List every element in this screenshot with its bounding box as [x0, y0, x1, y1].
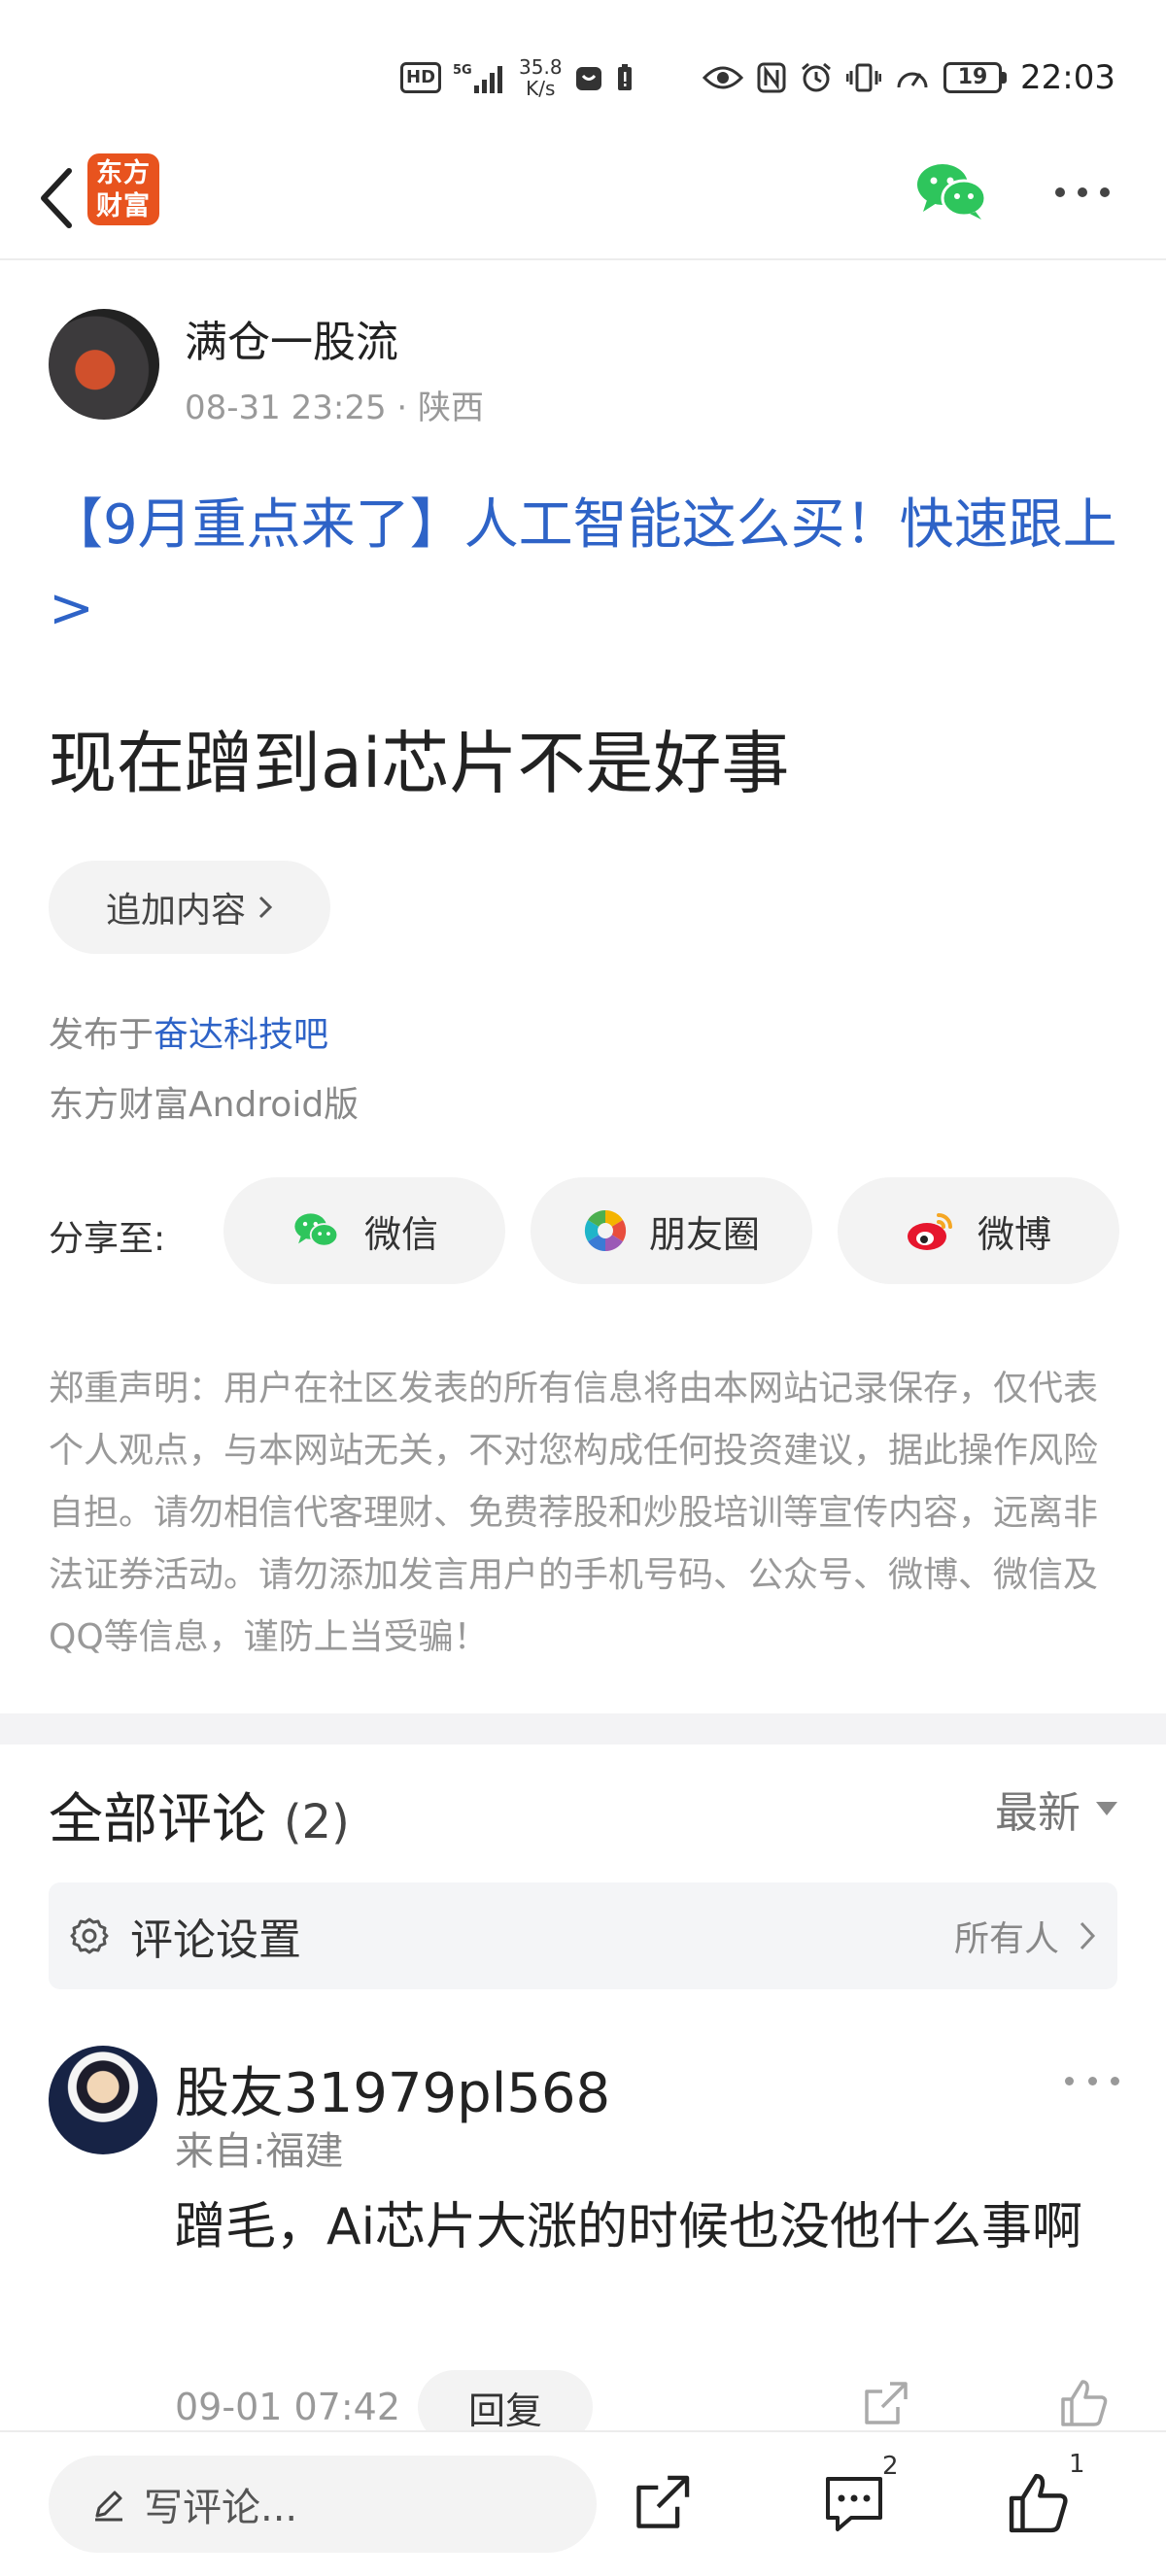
- thumbs-up-icon: [1061, 2380, 1108, 2426]
- like-count-badge: 1: [1069, 2450, 1085, 2479]
- alarm-icon: [802, 62, 831, 92]
- comment-text: 蹭毛，Ai芯片大涨的时候也没他什么事啊: [175, 2198, 1083, 2256]
- share-moments-button[interactable]: 朋友圈: [531, 1177, 812, 1284]
- share-icon: [865, 2382, 908, 2424]
- status-bar: HD 5G 35.8 K/s 19 22:03: [0, 0, 1166, 146]
- commenter-name[interactable]: 股友31979pl568: [175, 2050, 610, 2128]
- comment-like-button[interactable]: [1059, 2378, 1110, 2432]
- commenter-avatar[interactable]: [49, 2046, 157, 2154]
- post-meta: 08-31 23:25 · 陕西: [185, 389, 485, 427]
- share-weibo-button[interactable]: 微博: [838, 1177, 1119, 1284]
- comment-share-button[interactable]: [861, 2380, 909, 2432]
- share-moments-label: 朋友圈: [648, 1212, 760, 1256]
- sort-label: 最新: [995, 1788, 1080, 1838]
- back-button[interactable]: [21, 159, 89, 237]
- forum-link[interactable]: 奋达科技吧: [154, 1015, 328, 1055]
- wechat-icon: [917, 164, 987, 220]
- append-content-label: 追加内容: [105, 891, 246, 931]
- status-right-icons: 19 22:03: [703, 51, 1115, 105]
- weibo-icon: [907, 1213, 952, 1250]
- comment-more-button[interactable]: [1065, 2069, 1119, 2092]
- disclaimer-text: 郑重声明：用户在社区发表的所有信息将由本网站记录保存，仅代表个人观点，与本网站无…: [49, 1369, 1099, 1657]
- like-button[interactable]: 1: [995, 2450, 1085, 2547]
- comments-button[interactable]: 2: [810, 2452, 899, 2547]
- bottom-action-bar: 写评论... 2 1: [0, 2430, 1166, 2576]
- share-weibo-label: 微博: [977, 1212, 1051, 1256]
- comment-icon: [826, 2477, 882, 2531]
- gear-icon: [70, 1917, 109, 1954]
- post-body: 现在蹭到ai芯片不是好事: [49, 724, 790, 803]
- hd-icon: HD: [400, 62, 442, 93]
- author-avatar[interactable]: [49, 309, 159, 420]
- speed-gauge-icon: [897, 72, 928, 88]
- app-header: 东方 财富: [0, 146, 1166, 260]
- nfc-icon: [757, 62, 786, 93]
- dot-icon: [1111, 2076, 1119, 2085]
- more-options-button[interactable]: [1047, 173, 1117, 212]
- status-left-icons: HD 5G 35.8 K/s: [400, 51, 634, 105]
- share-wechat-button[interactable]: 微信: [223, 1177, 505, 1284]
- dot-icon: [1100, 187, 1110, 197]
- comments-count: (2): [283, 1795, 350, 1849]
- comment-settings-value-text: 所有人: [953, 1919, 1059, 1959]
- comment-count-badge: 2: [882, 2452, 899, 2481]
- write-comment-input[interactable]: 写评论...: [49, 2456, 597, 2553]
- comments-title-label: 全部评论: [49, 1788, 266, 1851]
- write-comment-placeholder: 写评论...: [144, 2486, 298, 2530]
- thumbs-up-icon: [1009, 2473, 1068, 2533]
- chevron-right-icon: [258, 896, 273, 919]
- pencil-icon: [95, 2491, 122, 2522]
- chevron-left-icon: [41, 168, 72, 228]
- share-wechat-label: 微信: [363, 1212, 438, 1256]
- dot-icon: [1065, 2076, 1074, 2085]
- eye-comfort-icon: [703, 66, 744, 89]
- wechat-icon: [294, 1213, 339, 1247]
- app-notification-icon: [575, 67, 601, 90]
- vibrate-icon: [846, 63, 882, 92]
- clock: 22:03: [1020, 58, 1115, 97]
- svg-text:5G: 5G: [453, 63, 472, 78]
- comment-settings-value: 所有人: [954, 1911, 1096, 1961]
- comment-settings-label: 评论设置: [130, 1915, 301, 1965]
- share-icon: [636, 2475, 690, 2528]
- chevron-right-icon: [1080, 1921, 1096, 1950]
- network-speed: 35.8 K/s: [519, 55, 563, 100]
- comments-title: 全部评论 (2): [49, 1776, 350, 1854]
- eastmoney-logo[interactable]: 东方 财富: [87, 153, 159, 225]
- caret-down-icon: [1096, 1802, 1117, 1815]
- battery-icon: 19: [943, 62, 1008, 93]
- sort-dropdown[interactable]: 最新: [995, 1778, 1117, 1840]
- client-info: 东方财富Android版: [49, 1085, 360, 1125]
- append-content-button[interactable]: 追加内容: [49, 861, 330, 954]
- battery-alert-icon: [617, 64, 632, 90]
- dot-icon: [1078, 187, 1087, 197]
- posted-in: 发布于奋达科技吧: [49, 1006, 328, 1057]
- commenter-location: 来自:福建: [175, 2129, 344, 2174]
- promo-link[interactable]: 【9月重点来了】人工智能这么买！快速跟上>: [49, 484, 1127, 651]
- moments-icon: [584, 1209, 627, 1252]
- dot-icon: [1055, 187, 1065, 197]
- dot-icon: [1087, 2076, 1097, 2085]
- share-label: 分享至:: [49, 1219, 166, 1259]
- wechat-share-button[interactable]: [913, 157, 991, 225]
- posted-in-prefix: 发布于: [49, 1015, 154, 1055]
- signal-5g-icon: 5G: [453, 63, 503, 93]
- comment-time: 09-01 07:42: [175, 2386, 401, 2428]
- section-divider: [0, 1713, 1166, 1745]
- comment-settings-row[interactable]: 评论设置 所有人: [49, 1882, 1117, 1989]
- author-name[interactable]: 满仓一股流: [185, 307, 398, 369]
- share-button[interactable]: [618, 2459, 705, 2547]
